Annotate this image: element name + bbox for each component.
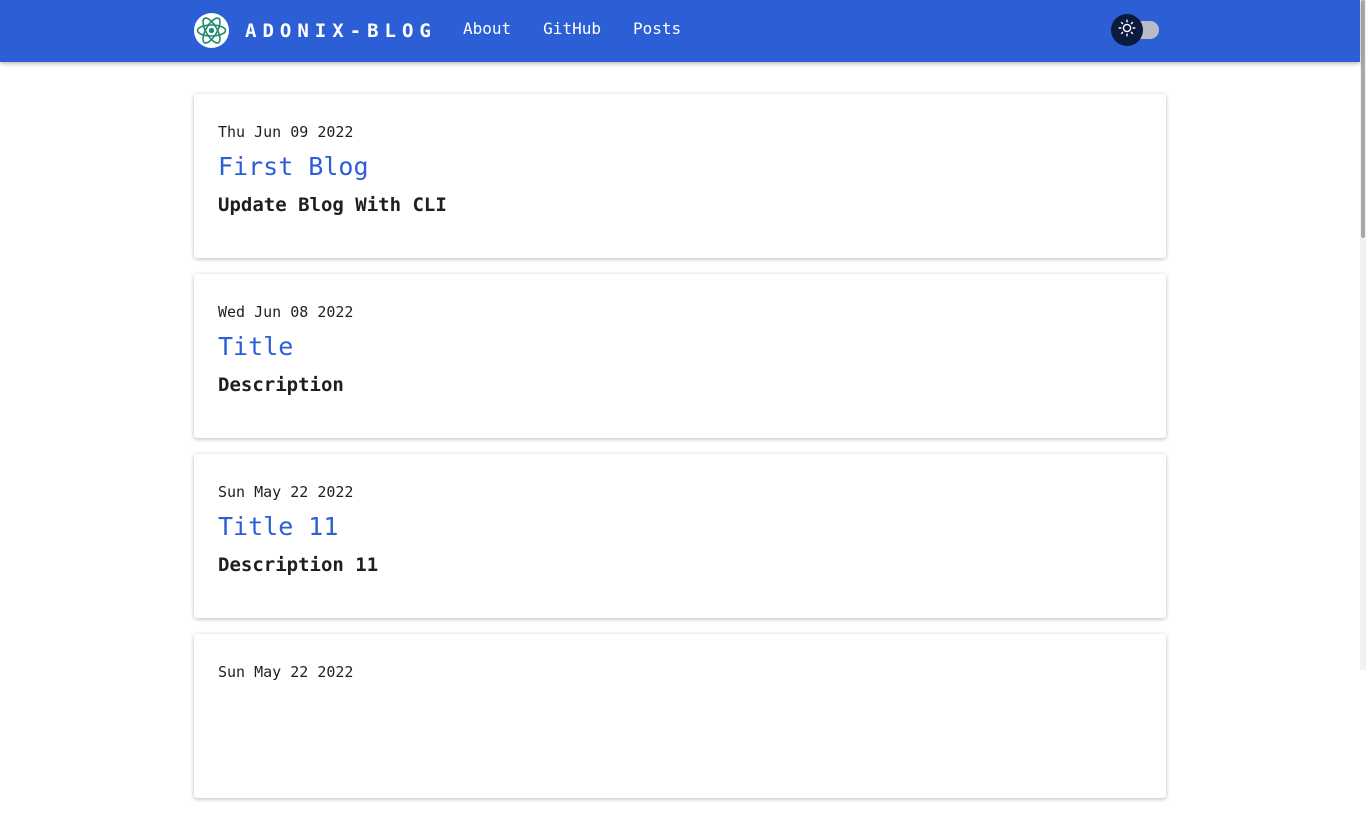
post-title-link[interactable]: First Blog xyxy=(218,152,1142,182)
brand-link[interactable]: ADONIX-BLOG xyxy=(194,13,437,48)
atom-icon xyxy=(194,13,229,48)
sun-icon xyxy=(1118,19,1136,41)
post-list: Thu Jun 09 2022 First Blog Update Blog W… xyxy=(194,94,1166,814)
post-date: Sun May 22 2022 xyxy=(218,483,354,501)
nav-link-github[interactable]: GitHub xyxy=(543,19,601,38)
nav-links: About GitHub Posts xyxy=(463,19,681,38)
post-date: Wed Jun 08 2022 xyxy=(218,303,354,321)
post-description: Description 11 xyxy=(218,554,379,576)
post-date: Thu Jun 09 2022 xyxy=(218,123,354,141)
post-date: Sun May 22 2022 xyxy=(218,663,354,681)
post-card[interactable]: Wed Jun 08 2022 Title Description xyxy=(194,274,1166,438)
post-description: Update Blog With CLI xyxy=(218,194,447,216)
scrollbar-thumb[interactable] xyxy=(1361,0,1365,238)
brand-name: ADONIX-BLOG xyxy=(245,19,437,42)
post-card[interactable]: Sun May 22 2022 Title 11 Description 11 xyxy=(194,454,1166,618)
post-description: Description xyxy=(218,374,344,396)
nav-link-about[interactable]: About xyxy=(463,19,511,38)
post-title-link[interactable]: Title xyxy=(218,332,1142,362)
post-card[interactable]: Sun May 22 2022 xyxy=(194,634,1166,798)
navbar: ADONIX-BLOG About GitHub Posts xyxy=(0,0,1360,62)
post-title-link[interactable]: Title 11 xyxy=(218,512,1142,542)
theme-toggle[interactable] xyxy=(1111,14,1161,46)
toggle-knob xyxy=(1111,14,1143,46)
post-card[interactable]: Thu Jun 09 2022 First Blog Update Blog W… xyxy=(194,94,1166,258)
post-title-link[interactable] xyxy=(218,692,1142,722)
nav-link-posts[interactable]: Posts xyxy=(633,19,681,38)
